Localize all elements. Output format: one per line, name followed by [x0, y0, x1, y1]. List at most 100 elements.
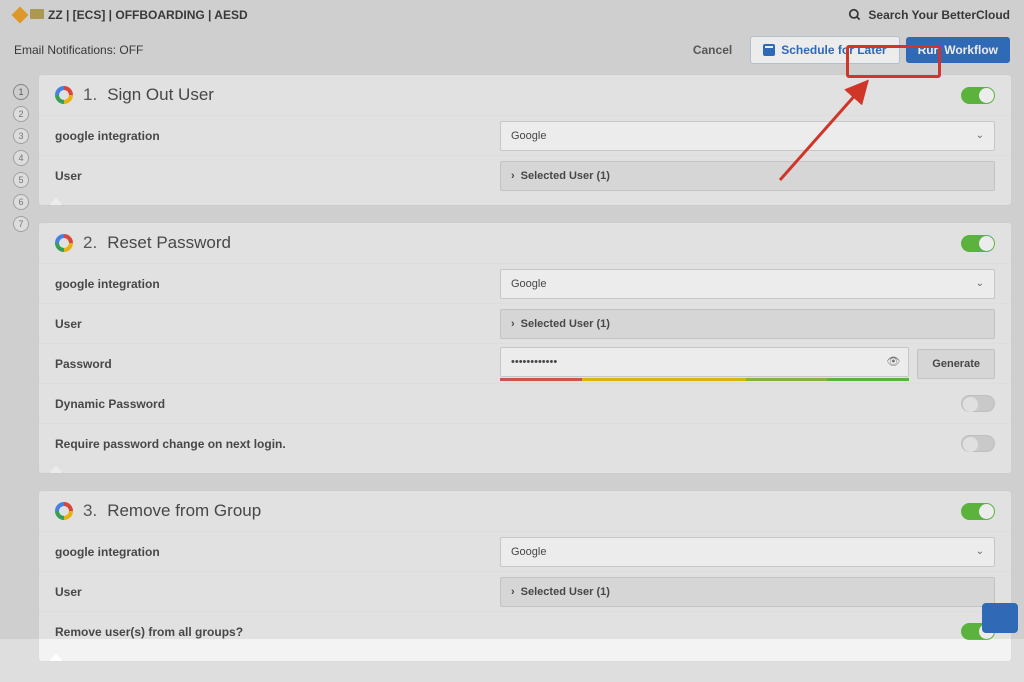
field-control: › Selected User (1)	[500, 161, 995, 191]
select-value: Google	[511, 130, 546, 142]
step-number: 1.	[83, 85, 97, 105]
field-control: Google ⌄	[500, 269, 995, 299]
timeline-step-5[interactable]: 5	[13, 172, 29, 188]
timeline-step-1[interactable]: 1	[13, 84, 29, 100]
field-toggle[interactable]	[961, 395, 995, 412]
breadcrumb-icons	[14, 9, 44, 21]
field-control: Google ⌄	[500, 121, 995, 151]
top-bar: ZZ | [ECS] | OFFBOARDING | AESD Search Y…	[0, 0, 1024, 30]
generate-password-button[interactable]: Generate	[917, 349, 995, 379]
chat-widget-icon[interactable]	[982, 603, 1018, 633]
timeline-step-4[interactable]: 4	[13, 150, 29, 166]
timeline-step-3[interactable]: 3	[13, 128, 29, 144]
timeline-step-7[interactable]: 7	[13, 216, 29, 232]
timeline-step-6[interactable]: 6	[13, 194, 29, 210]
field-label: Require password change on next login.	[55, 437, 500, 451]
field-control: Google ⌄	[500, 537, 995, 567]
step-title: Remove from Group	[107, 501, 261, 521]
step-title: Reset Password	[107, 233, 231, 253]
connector-arrow-icon	[49, 466, 63, 474]
step-title: Sign Out User	[107, 85, 214, 105]
field-label: User	[55, 317, 500, 331]
integration-select[interactable]: Google ⌄	[500, 121, 995, 151]
google-logo-icon	[55, 86, 73, 104]
step-connector	[39, 463, 1011, 473]
chevron-right-icon: ›	[511, 170, 515, 182]
field-label: google integration	[55, 545, 500, 559]
field-label: Remove user(s) from all groups?	[55, 625, 500, 639]
password-masked: ••••••••••••	[511, 356, 557, 368]
search-button[interactable]: Search Your BetterCloud	[848, 8, 1010, 22]
chevron-right-icon: ›	[511, 586, 515, 598]
card-header: 3. Remove from Group	[39, 491, 1011, 531]
run-workflow-button[interactable]: Run Workflow	[906, 37, 1010, 63]
step-enable-toggle[interactable]	[961, 87, 995, 104]
step-number: 2.	[83, 233, 97, 253]
search-label: Search Your BetterCloud	[868, 8, 1010, 22]
field-control: › Selected User (1)	[500, 577, 995, 607]
chevron-right-icon: ›	[511, 318, 515, 330]
select-value: Google	[511, 278, 546, 290]
field-control	[500, 435, 995, 452]
field-row: google integration Google ⌄	[39, 263, 1011, 303]
integration-select[interactable]: Google ⌄	[500, 269, 995, 299]
workflow-step-card: 1.Sign Out Usergoogle integrationGoogle⌄…	[38, 74, 1012, 206]
field-row: Dynamic Password	[39, 383, 1011, 423]
field-row: Require password change on next login.	[39, 423, 1011, 463]
connector-arrow-icon	[49, 654, 63, 662]
actions-row: Email Notifications: OFF Cancel Schedule…	[0, 30, 1024, 70]
user-select[interactable]: › Selected User (1)	[500, 309, 995, 339]
step-timeline: 1 2 3 4 5 6 7	[8, 70, 34, 682]
field-row: User › Selected User (1)	[39, 571, 1011, 611]
select-value: Selected User (1)	[521, 170, 610, 182]
select-value: Google	[511, 546, 546, 558]
field-row: google integration Google ⌄	[39, 531, 1011, 571]
connector-arrow-icon	[49, 198, 63, 206]
cancel-button[interactable]: Cancel	[681, 37, 744, 63]
card-header: 1. Sign Out User	[39, 75, 1011, 115]
select-value: Selected User (1)	[521, 586, 610, 598]
field-label: google integration	[55, 277, 500, 291]
step-connector	[39, 195, 1011, 205]
field-row: google integrationGoogle⌄	[39, 115, 1011, 155]
folder-icon	[30, 9, 44, 19]
password-input[interactable]: •••••••••••• 👁	[500, 347, 909, 377]
search-icon	[848, 8, 862, 22]
step-number: 3.	[83, 501, 97, 521]
chevron-down-icon: ⌄	[976, 278, 984, 289]
google-logo-icon	[55, 502, 73, 520]
field-row: Remove user(s) from all groups?	[39, 611, 1011, 651]
workflow-step-card: 3.Remove from Groupgoogle integrationGoo…	[38, 490, 1012, 662]
email-notifications-value: OFF	[119, 43, 143, 57]
password-strength-meter	[500, 378, 909, 381]
field-label: User	[55, 169, 500, 183]
select-value: Selected User (1)	[521, 318, 610, 330]
breadcrumb: ZZ | [ECS] | OFFBOARDING | AESD	[48, 8, 248, 22]
field-label: User	[55, 585, 500, 599]
field-row: User › Selected User (1)	[39, 303, 1011, 343]
step-connector	[39, 651, 1011, 661]
user-select[interactable]: › Selected User (1)	[500, 161, 995, 191]
schedule-label: Schedule for Later	[781, 43, 886, 57]
field-toggle[interactable]	[961, 435, 995, 452]
calendar-icon	[763, 44, 775, 56]
field-control	[500, 395, 995, 412]
step-enable-toggle[interactable]	[961, 235, 995, 252]
diamond-icon	[12, 7, 29, 24]
chevron-down-icon: ⌄	[976, 546, 984, 557]
field-label: Password	[55, 357, 500, 371]
field-control: › Selected User (1)	[500, 309, 995, 339]
step-enable-toggle[interactable]	[961, 503, 995, 520]
google-logo-icon	[55, 234, 73, 252]
integration-select[interactable]: Google ⌄	[500, 537, 995, 567]
eye-icon[interactable]: 👁	[886, 355, 900, 368]
workflow-steps: 1. Sign Out User google integration Google ⌄…	[38, 70, 1016, 682]
schedule-for-later-button[interactable]: Schedule for Later	[750, 36, 899, 64]
field-label: Dynamic Password	[55, 397, 500, 411]
field-control: •••••••••••• 👁 Generate	[500, 347, 995, 381]
timeline-step-2[interactable]: 2	[13, 106, 29, 122]
user-select[interactable]: › Selected User (1)	[500, 577, 995, 607]
email-notifications-label: Email Notifications:	[14, 43, 116, 57]
card-header: 2. Reset Password	[39, 223, 1011, 263]
chevron-down-icon: ⌄	[976, 130, 984, 141]
